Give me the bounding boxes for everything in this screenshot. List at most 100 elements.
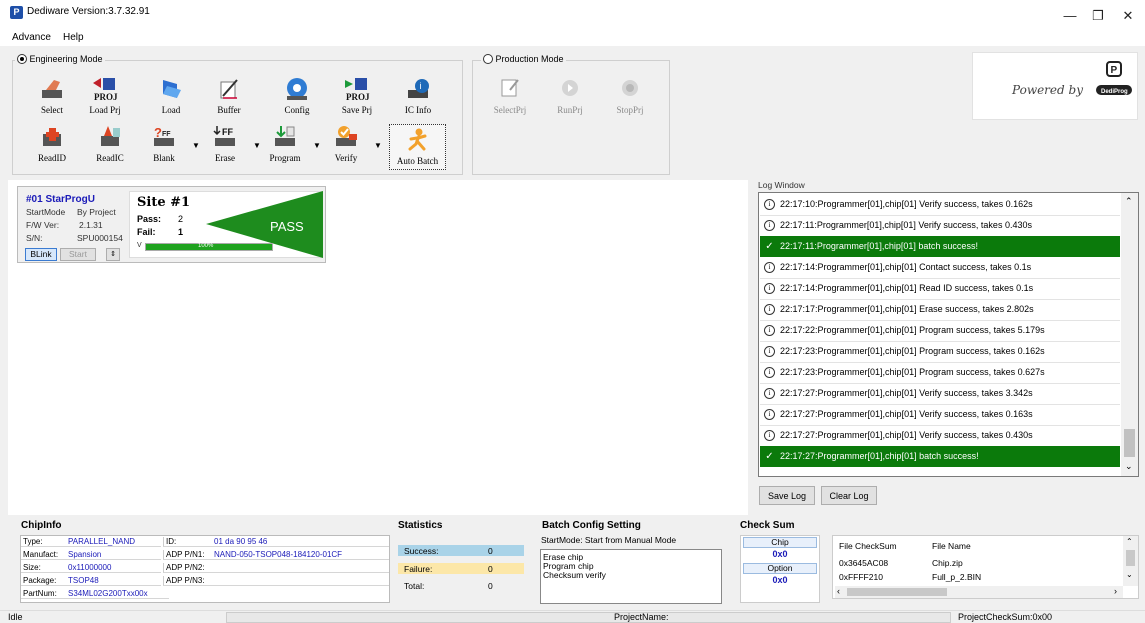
verify-button[interactable]: Verify bbox=[320, 124, 372, 163]
chipinfo-row-package: Package: TSOP48 bbox=[21, 576, 161, 586]
stop-prj-button[interactable]: StopPrj bbox=[604, 76, 656, 115]
checksum-scroll-left-icon[interactable]: ‹ bbox=[837, 586, 840, 596]
program-button[interactable]: Program bbox=[259, 124, 311, 163]
checksum-scroll-down-icon[interactable]: ⌄ bbox=[1126, 570, 1133, 579]
file-name-2: Full_p_2.BIN bbox=[932, 572, 982, 582]
id-value: 01 da 90 95 46 bbox=[214, 537, 268, 546]
checksum-chip-panel: Chip 0x0 Option 0x0 bbox=[740, 535, 820, 603]
size-value: 0x11000000 bbox=[68, 563, 112, 572]
chipinfo-row-type: Type: PARALLEL_NAND bbox=[21, 537, 161, 547]
log-entry[interactable]: i 22:17:14:Programmer[01],chip[01] Contac… bbox=[760, 257, 1120, 278]
chip-checksum-value: 0x0 bbox=[772, 549, 788, 559]
clear-log-button[interactable]: Clear Log bbox=[821, 486, 877, 505]
scroll-thumb[interactable] bbox=[1124, 429, 1135, 457]
save-log-button[interactable]: Save Log bbox=[759, 486, 815, 505]
log-entry[interactable]: i 22:17:11:Programmer[01],chip[01] Verify… bbox=[760, 215, 1120, 236]
fail-count: 1 bbox=[178, 227, 184, 237]
run-prj-button[interactable]: RunPrj bbox=[544, 76, 596, 115]
log-entry[interactable]: ✓ 22:17:11:Programmer[01],chip[01] batch … bbox=[760, 236, 1120, 257]
ic-info-button[interactable]: i IC Info bbox=[392, 76, 444, 115]
batch-steps-list[interactable]: Erase chip Program chip Checksum verify bbox=[540, 549, 722, 604]
log-scrollbar[interactable]: ⌃ ⌄ bbox=[1121, 193, 1138, 476]
blank-button[interactable]: ? FF Blank bbox=[138, 124, 190, 163]
start-button[interactable]: Start bbox=[60, 248, 96, 261]
total-label: Total: bbox=[404, 581, 425, 591]
fw-value: 2.1.31 bbox=[79, 220, 103, 230]
verify-dropdown-icon[interactable]: ▼ bbox=[374, 141, 382, 150]
log-entry[interactable]: i 22:17:27:Programmer[01],chip[01] Verify… bbox=[760, 404, 1120, 425]
radio-unselected-icon bbox=[483, 54, 493, 64]
pass-count: 2 bbox=[178, 214, 184, 224]
checksum-hscroll-thumb[interactable] bbox=[847, 588, 947, 596]
dediprog-logo: P DediProg bbox=[1093, 60, 1135, 104]
svg-text:DediProg: DediProg bbox=[1101, 89, 1128, 95]
log-entry[interactable]: i 22:17:23:Programmer[01],chip[01] Progra… bbox=[760, 362, 1120, 383]
site-title: Site #1 bbox=[137, 195, 191, 210]
readic-button[interactable]: ReadIC bbox=[84, 124, 136, 163]
menu-bar bbox=[0, 32, 1145, 46]
auto-batch-button[interactable]: Auto Batch bbox=[389, 124, 446, 170]
menu-help[interactable]: Help bbox=[63, 32, 84, 43]
file-checksum-list[interactable]: File CheckSum File Name 0x3645AC08 Chip.… bbox=[832, 535, 1139, 599]
log-entry-text: 22:17:27:Programmer[01],chip[01] Verify … bbox=[780, 430, 1033, 440]
save-prj-button[interactable]: PROJ Save Prj bbox=[331, 76, 383, 115]
readid-button[interactable]: ReadID bbox=[26, 124, 78, 163]
auto-batch-label: Auto Batch bbox=[396, 156, 439, 166]
file-checksum-header: File CheckSum bbox=[839, 541, 897, 551]
erase-button[interactable]: FF Erase bbox=[199, 124, 251, 163]
log-entry[interactable]: i 22:17:14:Programmer[01],chip[01] Read I… bbox=[760, 278, 1120, 299]
batch-startmode: StartMode: Start from Manual Mode bbox=[541, 535, 677, 545]
folder-icon bbox=[157, 76, 185, 102]
svg-text:i: i bbox=[420, 81, 422, 91]
blink-button[interactable]: BLink bbox=[25, 248, 57, 261]
total-value: 0 bbox=[488, 581, 493, 591]
buffer-button[interactable]: Buffer bbox=[203, 76, 255, 115]
chipinfo-row-id: ID: 01 da 90 95 46 bbox=[163, 537, 389, 547]
config-button[interactable]: Config bbox=[271, 76, 323, 115]
select-prj-button[interactable]: SelectPrj bbox=[484, 76, 536, 115]
load-prj-label: Load Prj bbox=[89, 105, 121, 115]
type-label: Type: bbox=[23, 537, 43, 546]
svg-text:?: ? bbox=[154, 125, 162, 140]
menu-advance[interactable]: Advance bbox=[12, 32, 51, 43]
success-check-icon: ✓ bbox=[765, 241, 774, 252]
blank-label: Blank bbox=[153, 153, 175, 163]
log-entry[interactable]: ✓ 22:17:27:Programmer[01],chip[01] batch … bbox=[760, 446, 1120, 467]
scroll-down-icon[interactable]: ⌄ bbox=[1125, 461, 1133, 472]
log-entry[interactable]: i 22:17:10:Programmer[01],chip[01] Verify… bbox=[760, 194, 1120, 215]
log-entry-text: 22:17:11:Programmer[01],chip[01] batch s… bbox=[780, 241, 978, 251]
info-icon: i bbox=[764, 283, 775, 294]
log-entry[interactable]: i 22:17:22:Programmer[01],chip[01] Progra… bbox=[760, 320, 1120, 341]
svg-text:P: P bbox=[1111, 65, 1118, 76]
scroll-up-icon[interactable]: ⌃ bbox=[1125, 196, 1133, 207]
log-entry[interactable]: i 22:17:27:Programmer[01],chip[01] Verify… bbox=[760, 425, 1120, 446]
checksum-scroll-right-icon[interactable]: › bbox=[1114, 586, 1117, 596]
close-button[interactable]: ✕ bbox=[1108, 4, 1145, 28]
load-prj-button[interactable]: PROJ Load Prj bbox=[79, 76, 131, 115]
checksum-vscroll[interactable]: ⌃ ⌄ bbox=[1123, 536, 1138, 586]
production-mode-radio[interactable]: Production Mode bbox=[481, 54, 566, 64]
log-entry[interactable]: i 22:17:23:Programmer[01],chip[01] Progra… bbox=[760, 341, 1120, 362]
log-entry[interactable]: i 22:17:17:Programmer[01],chip[01] Erase … bbox=[760, 299, 1120, 320]
chipinfo-table: Type: PARALLEL_NAND Manufact: Spansion Siz… bbox=[20, 535, 390, 603]
log-list[interactable]: i 22:17:10:Programmer[01],chip[01] Verify… bbox=[758, 192, 1139, 477]
pass-result-text: PASS bbox=[270, 219, 304, 234]
size-label: Size: bbox=[23, 563, 41, 572]
svg-text:PROJ: PROJ bbox=[94, 92, 118, 102]
pass-label: Pass: bbox=[137, 214, 162, 224]
log-entry[interactable]: i 22:17:27:Programmer[01],chip[01] Verify… bbox=[760, 383, 1120, 404]
select-button[interactable]: Select bbox=[26, 76, 78, 115]
log-window-title: Log Window bbox=[758, 180, 805, 190]
svg-text:FF: FF bbox=[222, 127, 233, 137]
progress-text: 100% bbox=[198, 243, 214, 249]
load-button[interactable]: Load bbox=[145, 76, 197, 115]
chipinfo-row-partnum: PartNum: S34ML02G200Txx00x bbox=[21, 589, 169, 599]
engineering-mode-radio[interactable]: Engineering Mode bbox=[15, 54, 105, 64]
spin-arrows-icon[interactable]: ⇕ bbox=[106, 248, 120, 261]
id-label: ID: bbox=[166, 537, 177, 546]
ic-info-label: IC Info bbox=[404, 105, 432, 115]
checksum-vscroll-thumb[interactable] bbox=[1126, 550, 1135, 566]
load-label: Load bbox=[161, 105, 181, 115]
checksum-hscroll[interactable]: ‹ › bbox=[835, 586, 1123, 598]
checksum-scroll-up-icon[interactable]: ⌃ bbox=[1126, 537, 1133, 546]
